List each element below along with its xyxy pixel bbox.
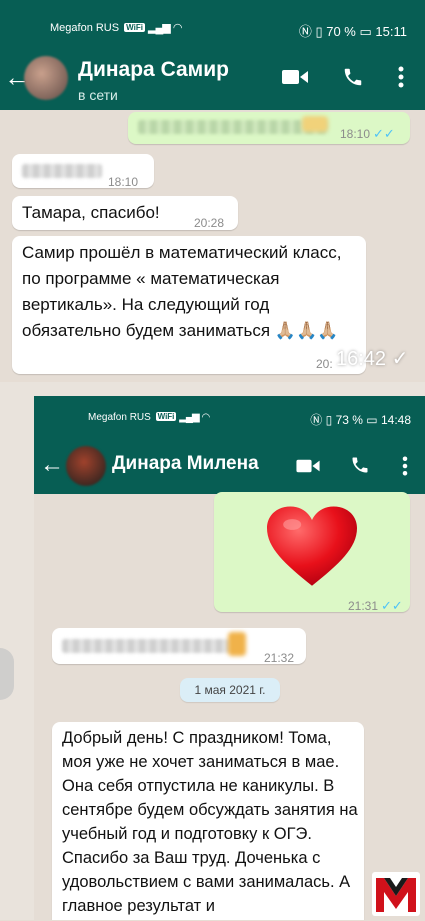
- message-time: 20:28: [194, 216, 225, 230]
- clock: 15:11: [375, 24, 407, 39]
- avatar[interactable]: [66, 446, 106, 486]
- back-arrow-icon[interactable]: ←: [40, 452, 64, 478]
- message-outgoing[interactable]: 18:10 ✓✓: [128, 112, 410, 144]
- message-time: 21:31: [348, 599, 379, 613]
- video-call-icon[interactable]: [296, 458, 320, 479]
- signal-icon: ▂▄▆: [148, 22, 171, 34]
- redacted-text: [22, 164, 102, 178]
- message-incoming[interactable]: Тамара, спасибо! 20:28: [12, 196, 238, 230]
- double-check-icon: ✓✓: [373, 126, 395, 141]
- wifi-calling-badge: WiFi: [155, 412, 177, 421]
- phone-icon[interactable]: [350, 455, 370, 480]
- screenshot-1: Megafon RUS WiFi ▂▄▆ ◠ Ⓝ ▯ 70 % ▭ 15:11 …: [0, 0, 425, 380]
- contact-status: в сети: [78, 87, 118, 103]
- more-vert-icon[interactable]: [402, 456, 408, 481]
- message-time: 20:: [316, 357, 333, 371]
- message-time: 18:10: [108, 175, 139, 189]
- carrier-name: Megafon RUS: [88, 412, 151, 423]
- chat-header: ← Динара Самир в сети: [0, 46, 425, 110]
- logo-m: [372, 872, 420, 916]
- message-incoming[interactable]: 18:10: [12, 154, 154, 189]
- chat-header: ← Динара Милена: [34, 438, 425, 494]
- contact-name[interactable]: Динара Самир: [78, 58, 229, 82]
- phone-icon[interactable]: [342, 66, 364, 93]
- video-call-icon[interactable]: [282, 68, 308, 91]
- message-time: 21:32: [264, 651, 295, 665]
- contact-name[interactable]: Динара Милена: [112, 453, 259, 475]
- double-check-icon: ✓✓: [381, 598, 403, 613]
- wifi-icon: ◠: [201, 412, 211, 423]
- screenshot-overlay-time: 16:42 ✓: [336, 348, 409, 370]
- vibrate-icon: ▯: [315, 24, 323, 39]
- screenshot-2: Megafon RUS WiFi ▂▄▆ ◠ Ⓝ ▯ 73 % ▭ 14:48 …: [34, 396, 425, 920]
- wifi-calling-badge: WiFi: [124, 23, 145, 32]
- message-text: Добрый день! С праздником! Тома, моя уже…: [62, 729, 358, 915]
- message-incoming[interactable]: 21:32: [52, 628, 306, 665]
- carrier-name: Megafon RUS: [50, 22, 120, 34]
- battery-percent: 73 %: [335, 413, 363, 427]
- battery-percent: 70 %: [326, 24, 356, 39]
- wifi-icon: ◠: [172, 22, 183, 34]
- message-text: Тамара, спасибо!: [22, 203, 160, 222]
- message-time: 18:10: [340, 127, 371, 141]
- clock: 14:48: [380, 413, 411, 427]
- avatar[interactable]: [24, 56, 68, 100]
- edge-handle[interactable]: [0, 648, 14, 700]
- date-separator: 1 мая 2021 г.: [180, 678, 280, 702]
- redacted-emoji: [302, 116, 328, 132]
- more-vert-icon[interactable]: [398, 66, 404, 93]
- status-bar: Megafon RUS WiFi ▂▄▆ ◠ Ⓝ ▯ 70 % ▭ 15:11: [0, 0, 425, 46]
- battery-icon: ▭: [366, 413, 378, 427]
- message-text: Самир прошёл в математический класс, по …: [22, 243, 342, 340]
- nfc-icon: Ⓝ: [310, 413, 323, 427]
- status-bar: Megafon RUS WiFi ▂▄▆ ◠ Ⓝ ▯ 73 % ▭ 14:48: [34, 396, 425, 438]
- battery-icon: ▭: [359, 24, 372, 39]
- heart-emoji: [267, 506, 357, 586]
- redacted-text: [138, 120, 328, 134]
- redacted-text: [62, 639, 230, 653]
- redacted-emoji: [228, 632, 246, 656]
- vibrate-icon: ▯: [325, 413, 333, 427]
- nfc-icon: Ⓝ: [298, 24, 312, 39]
- message-incoming[interactable]: Добрый день! С праздником! Тома, моя уже…: [52, 722, 364, 920]
- signal-icon: ▂▄▆: [179, 412, 199, 423]
- message-incoming[interactable]: Самир прошёл в математический класс, по …: [12, 236, 366, 374]
- message-outgoing-heart[interactable]: 21:31 ✓✓: [214, 492, 410, 613]
